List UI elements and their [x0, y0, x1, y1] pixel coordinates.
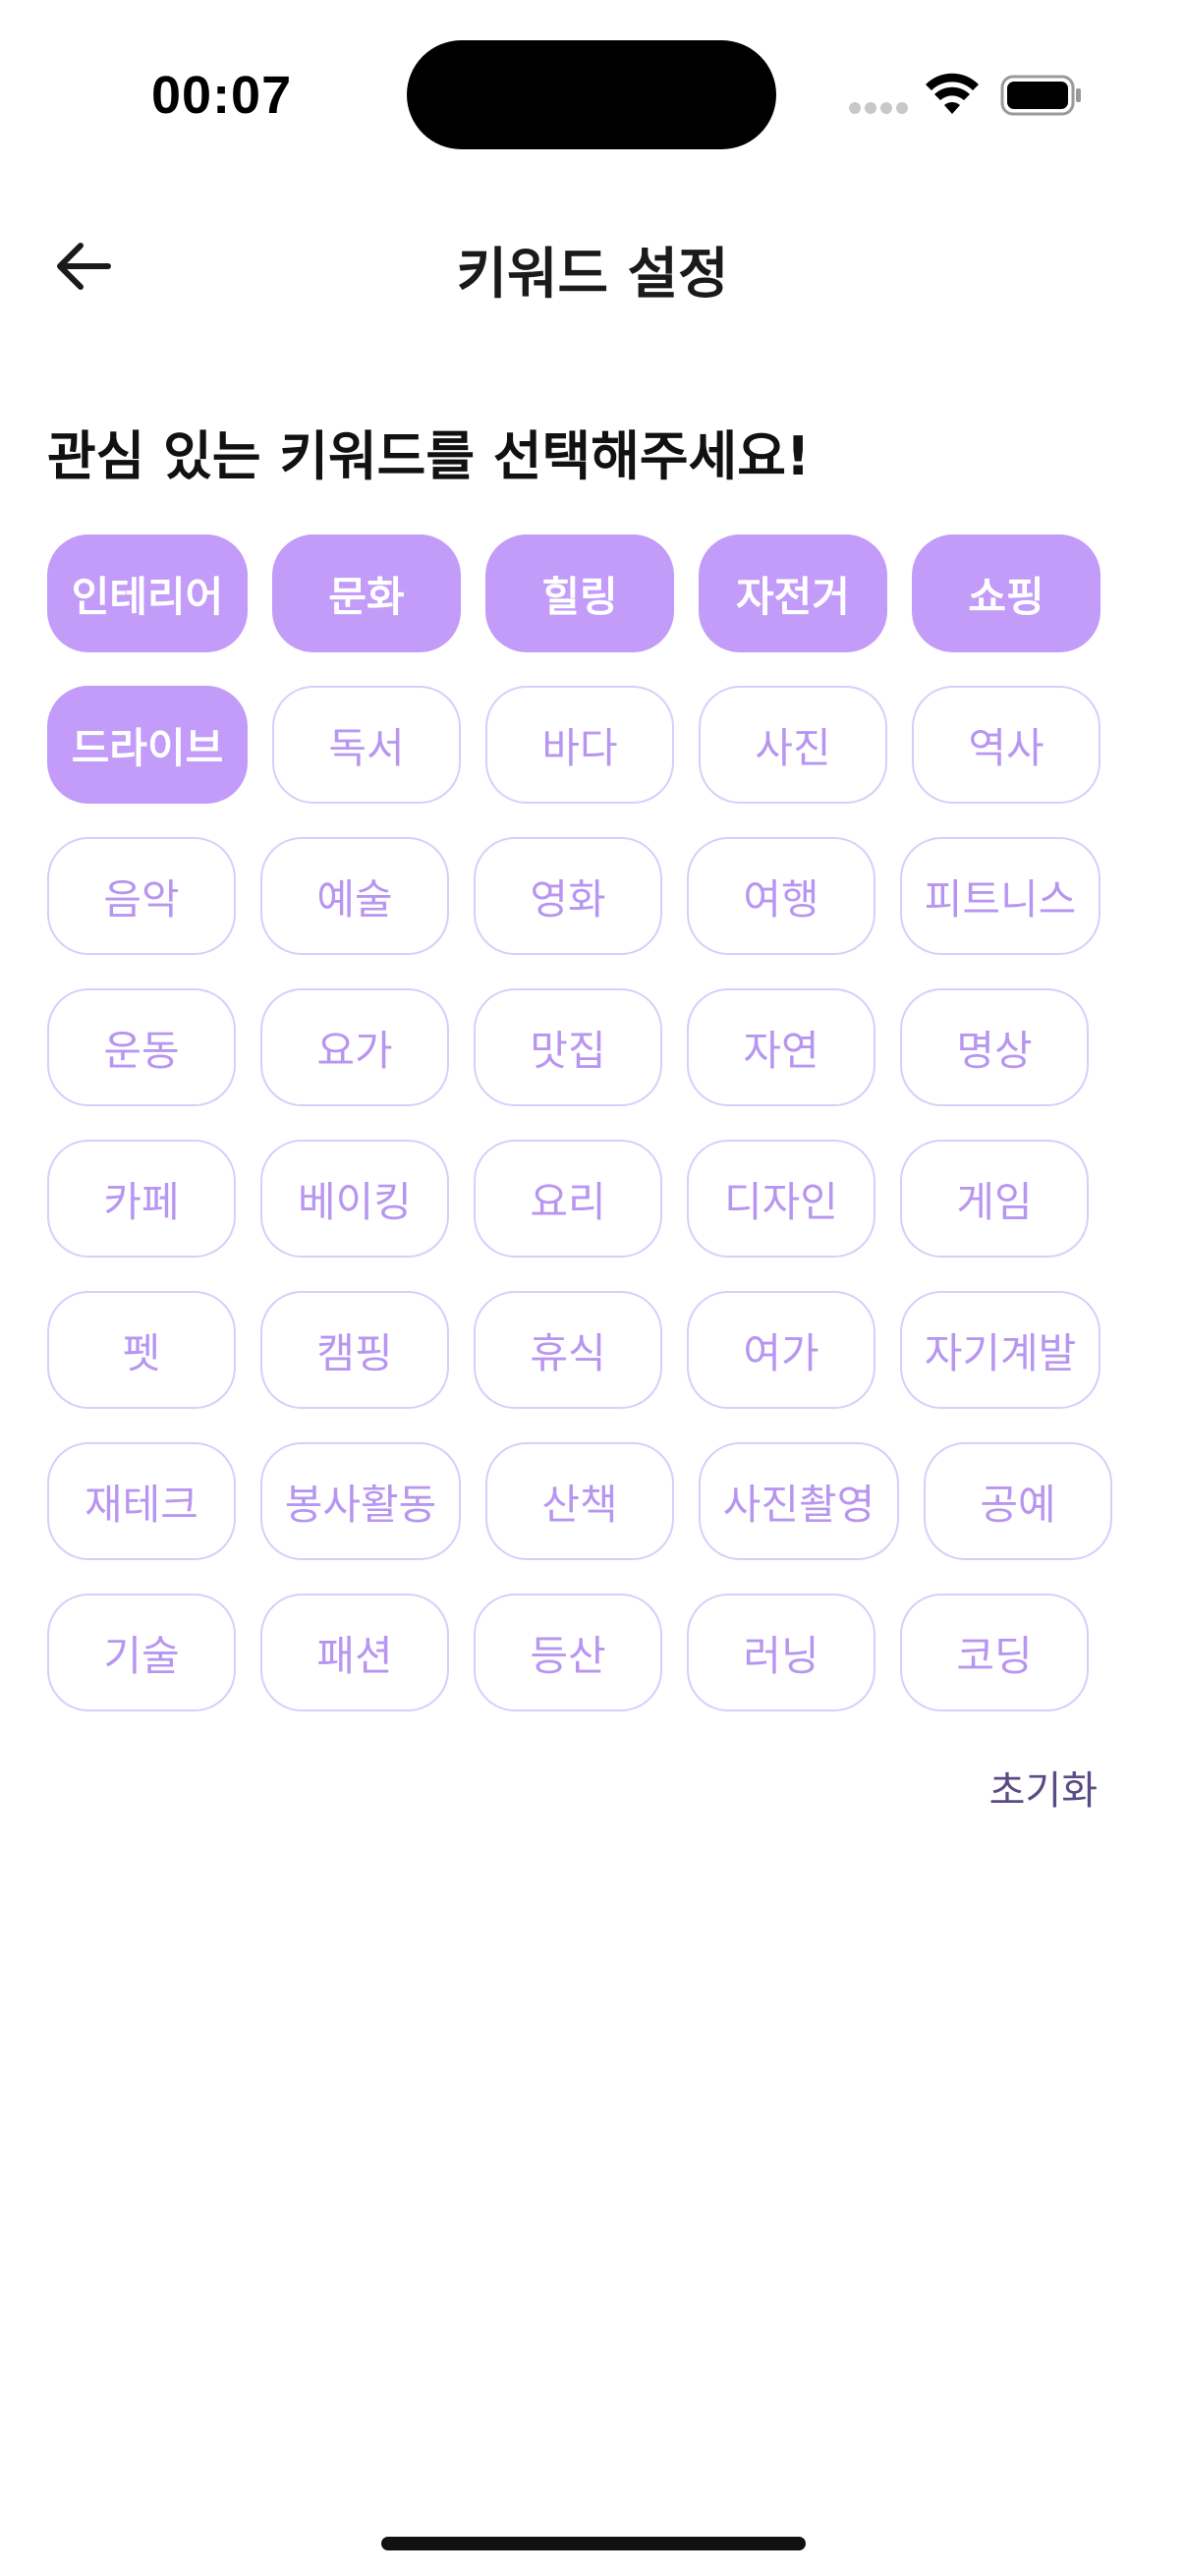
- keyword-chip[interactable]: 펫: [47, 1291, 236, 1409]
- keyword-chip[interactable]: 인테리어: [47, 534, 248, 652]
- keyword-chip[interactable]: 요리: [474, 1140, 662, 1258]
- keyword-chip[interactable]: 예술: [260, 837, 449, 955]
- keyword-chip[interactable]: 사진촬영: [699, 1442, 899, 1560]
- keyword-chip[interactable]: 피트니스: [900, 837, 1100, 955]
- keyword-chip[interactable]: 산책: [485, 1442, 674, 1560]
- keyword-chip[interactable]: 바다: [485, 686, 674, 804]
- keyword-grid: 인테리어 문화 힐링 자전거 쇼핑 드라이브 독서 바다 사진 역사 음악 예술…: [47, 534, 1167, 1745]
- keyword-chip[interactable]: 역사: [912, 686, 1100, 804]
- keyword-chip[interactable]: 등산: [474, 1594, 662, 1711]
- dynamic-island: [407, 40, 776, 149]
- keyword-row: 음악 예술 영화 여행 피트니스: [47, 837, 1167, 955]
- keyword-chip[interactable]: 공예: [924, 1442, 1112, 1560]
- keyword-chip[interactable]: 디자인: [687, 1140, 875, 1258]
- battery-icon: [1000, 75, 1081, 116]
- keyword-chip[interactable]: 카페: [47, 1140, 236, 1258]
- home-indicator: [381, 2537, 806, 2550]
- keyword-chip[interactable]: 패션: [260, 1594, 449, 1711]
- keyword-chip[interactable]: 영화: [474, 837, 662, 955]
- keyword-chip[interactable]: 명상: [900, 988, 1089, 1106]
- keyword-chip[interactable]: 러닝: [687, 1594, 875, 1711]
- keyword-chip[interactable]: 코딩: [900, 1594, 1089, 1711]
- keyword-chip[interactable]: 문화: [272, 534, 461, 652]
- keyword-chip[interactable]: 재테크: [47, 1442, 236, 1560]
- keyword-chip[interactable]: 여행: [687, 837, 875, 955]
- keyword-chip[interactable]: 쇼핑: [912, 534, 1100, 652]
- cellular-signal-icon: [849, 102, 908, 116]
- keyword-chip[interactable]: 자연: [687, 988, 875, 1106]
- keyword-chip[interactable]: 베이킹: [260, 1140, 449, 1258]
- keyword-row: 인테리어 문화 힐링 자전거 쇼핑: [47, 534, 1167, 652]
- keyword-chip[interactable]: 요가: [260, 988, 449, 1106]
- keyword-row: 기술 패션 등산 러닝 코딩: [47, 1594, 1167, 1711]
- keyword-row: 드라이브 독서 바다 사진 역사: [47, 686, 1167, 804]
- reset-button[interactable]: 초기화: [989, 1759, 1098, 1816]
- keyword-chip[interactable]: 기술: [47, 1594, 236, 1711]
- keyword-chip[interactable]: 게임: [900, 1140, 1089, 1258]
- keyword-chip[interactable]: 휴식: [474, 1291, 662, 1409]
- keyword-chip[interactable]: 드라이브: [47, 686, 248, 804]
- keyword-chip[interactable]: 힐링: [485, 534, 674, 652]
- keyword-chip[interactable]: 음악: [47, 837, 236, 955]
- keyword-chip[interactable]: 독서: [272, 686, 461, 804]
- keyword-row: 펫 캠핑 휴식 여가 자기계발: [47, 1291, 1167, 1409]
- keyword-chip[interactable]: 사진: [699, 686, 887, 804]
- screen: 00:07 키워드 설정 관심 있는 키워드를 선택해주세요! 인테리어 문화 …: [0, 0, 1185, 2576]
- page-title: 키워드 설정: [456, 243, 729, 307]
- selection-prompt: 관심 있는 키워드를 선택해주세요!: [47, 425, 811, 487]
- keyword-chip[interactable]: 운동: [47, 988, 236, 1106]
- wifi-icon: [926, 73, 979, 114]
- keyword-chip[interactable]: 맛집: [474, 988, 662, 1106]
- keyword-row: 운동 요가 맛집 자연 명상: [47, 988, 1167, 1106]
- keyword-row: 카페 베이킹 요리 디자인 게임: [47, 1140, 1167, 1258]
- keyword-chip[interactable]: 자기계발: [900, 1291, 1100, 1409]
- status-time: 00:07: [151, 66, 293, 125]
- keyword-row: 재테크 봉사활동 산책 사진촬영 공예: [47, 1442, 1167, 1560]
- keyword-chip[interactable]: 자전거: [699, 534, 887, 652]
- keyword-chip[interactable]: 캠핑: [260, 1291, 449, 1409]
- keyword-chip[interactable]: 봉사활동: [260, 1442, 461, 1560]
- keyword-chip[interactable]: 여가: [687, 1291, 875, 1409]
